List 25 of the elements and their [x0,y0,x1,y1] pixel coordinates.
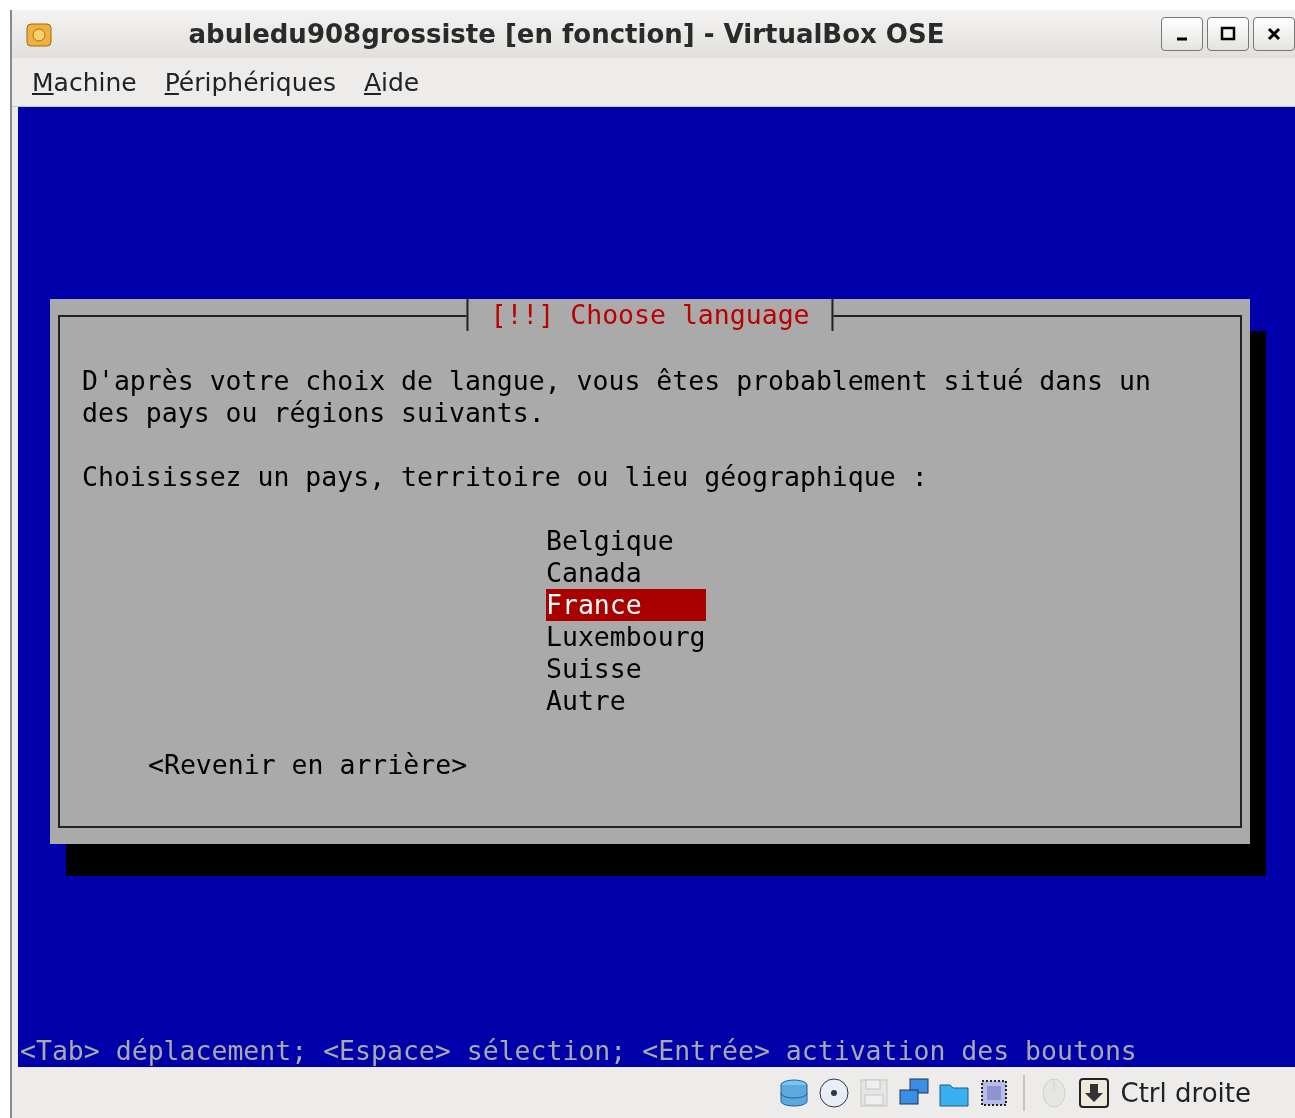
close-button[interactable] [1253,17,1295,51]
maximize-button[interactable] [1207,17,1249,51]
minimize-icon [1176,37,1188,41]
dialog-message: D'après votre choix de langue, vous êtes probablement situé dans un des pays ou régions suivants. [82,365,1152,429]
host-key-label: Ctrl droite [1120,1077,1251,1108]
list-option[interactable]: Autre [546,685,706,717]
dialog-title: [!!] Choose language [466,299,834,331]
keyboard-capture-icon[interactable] [1076,1075,1111,1110]
menu-item[interactable]: Aide [361,67,422,97]
list-option[interactable]: Suisse [546,653,706,685]
menu-item[interactable]: Machine [30,67,139,97]
dialog-prompt: Choisissez un pays, territoire ou lieu géographique : [82,461,929,493]
help-line: <Tab> déplacement; <Espace> sélection; <Entrée> activation des boutons [19,1035,1138,1067]
back-button[interactable]: <Revenir en arrière> [148,749,468,781]
close-icon [1266,26,1282,42]
minimize-button[interactable] [1161,17,1203,51]
window-title: abuledu908grossiste [en fonction] - VirtualBox OSE [187,19,946,49]
list-option[interactable]: France [546,589,706,621]
maximize-icon [1220,26,1236,42]
optical-disc-icon[interactable] [816,1075,851,1110]
menu-item[interactable]: Périphériques [162,67,338,97]
list-option[interactable]: Luxembourg [546,621,706,653]
list-option[interactable]: Canada [546,557,706,589]
list-option[interactable]: Belgique [546,525,706,557]
app-icon [26,21,52,47]
